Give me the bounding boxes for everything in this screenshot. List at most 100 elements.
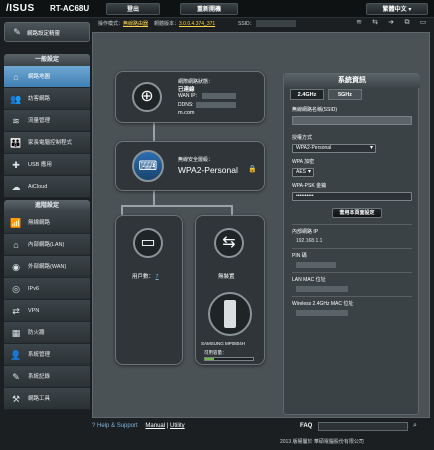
tab-2-4ghz[interactable]: 2.4GHz [290,89,324,100]
sidebar-item-label: VPN [28,308,40,314]
sidebar-item-label: 外部網路(WAN) [28,264,67,270]
ddns-label: DDNS: [178,102,194,108]
sidebar-item-label: IPv6 [28,286,40,292]
psk-label: WPA-PSK 金鑰 [292,183,327,189]
ssid-input[interactable] [292,116,412,125]
sidebar-item-label: 無線網路 [28,220,51,226]
op-mode: 操作模式：無線路由器 [98,20,148,27]
sidebar-item-advanced-3[interactable]: ◎ IPv6 [4,278,90,300]
help-label[interactable]: Help & Support [97,423,138,429]
sidebar-item-general-4[interactable]: ✚ USB 應用 [4,154,90,176]
chevron-down-icon: ▾ [408,7,412,13]
wifi-status-icon[interactable]: ≋ [354,19,364,27]
usb-card[interactable]: ⇆ 無裝置 SAMSUNG MP0804H 可用容量： [195,215,265,365]
asus-logo: /ISUS [6,3,35,14]
quick-setup-button[interactable]: ✎ 網路設定精靈 [4,22,90,42]
network-status-icon[interactable]: ⧉ [402,19,412,27]
sidebar-item-general-5[interactable]: ☁ AiCloud [4,176,90,198]
reboot-button[interactable]: 重新開機 [180,3,238,15]
admin-icon: 👤 [10,350,22,360]
sidebar: ✎ 網路設定精靈 一般設定 ⌂ 網路地圖 👥 訪客網路 ≋ 流量管理 👪 家長電腦控制程式 ✚ U… [4,22,90,420]
clients-count: 用戶數： 7 [132,272,159,280]
globe-icon: ⊕ [132,82,162,112]
arrow-status-icon[interactable]: ➜ [386,19,396,27]
sidebar-item-general-3[interactable]: 👪 家長電腦控制程式 [4,132,90,154]
firmware-label: 韌體版本： [154,21,180,27]
usb-status-icon[interactable]: ⇆ [370,19,380,27]
monitor-icon: ▭ [133,228,163,258]
vpn-icon: ⇄ [12,306,20,316]
system-info-panel: 系統資訊 2.4GHz 5GHz 無線網路名稱(SSID) 授權方式 WPA2-… [283,73,420,415]
logout-button[interactable]: 登出 [106,3,160,15]
sidebar-item-advanced-8[interactable]: ⚒ 網路工具 [4,388,90,410]
auth-select[interactable]: WPA2-Personal [292,144,376,153]
wan-ip-label: WAN IP: [178,93,197,99]
faq-label: FAQ [300,423,313,429]
sidebar-item-label: USB 應用 [28,162,52,168]
op-mode-value[interactable]: 無線路由器 [123,21,148,27]
ssid-label: 無線網路名稱(SSID) [292,107,338,113]
sidebar-item-advanced-4[interactable]: ⇄ VPN [4,300,90,322]
router-card[interactable]: ⌨ 無線安全層級： WPA2-Personal 🔒 [115,141,265,191]
sidebar-item-label: AiCloud [28,184,48,190]
manual-link[interactable]: Manual [145,423,165,429]
clients-label: 用戶數： [132,274,155,280]
search-icon[interactable]: ⌕ [410,422,420,431]
ddns-value: m.com [178,110,195,116]
lan-mac-blur [296,286,348,292]
syslog-icon: ✎ [12,372,20,382]
clients-value[interactable]: 7 [156,274,159,280]
psk-input[interactable]: •••••••••• [292,192,412,201]
internet-status-value: 已連線 [178,87,195,93]
help-support: ? Help & Support Manual | Utility [92,423,185,429]
auth-label: 授權方式 [292,135,313,141]
sidebar-item-advanced-6[interactable]: 👤 系統管理 [4,344,90,366]
firewall-icon: ▦ [11,328,21,338]
lan-mac-label: LAN MAC 位址 [292,277,326,283]
sidebar-item-advanced-0[interactable]: 📶 無線網路 [4,212,90,234]
tab-5ghz[interactable]: 5GHz [328,89,362,100]
sidebar-item-advanced-7[interactable]: ✎ 系統記錄 [4,366,90,388]
sidebar-item-general-2[interactable]: ≋ 流量管理 [4,110,90,132]
top-bar: /ISUS RT-AC68U 登出 重新開機 繁體中文 ▾ [0,0,434,18]
parental-icon: 👪 [10,138,22,148]
apply-button[interactable]: 套用本頁面設定 [332,208,382,218]
model-name: RT-AC68U [50,4,90,13]
usb-drive-icon [224,300,236,328]
op-mode-label: 操作模式： [98,21,124,27]
wan-icon: ◉ [12,262,20,272]
usb-space-fill [205,358,214,360]
sidebar-item-advanced-5[interactable]: ▦ 防火牆 [4,322,90,344]
pin-label: PIN 碼 [292,253,307,259]
language-label: 繁體中文 [382,7,407,13]
sidebar-item-label: 系統管理 [28,352,51,358]
firmware-value[interactable]: 3.0.0.4.374_371 [179,21,215,27]
sidebar-item-label: 網路工具 [28,396,51,402]
faq-search-input[interactable] [318,422,408,431]
connector-line [121,205,123,215]
wpa-enc-select[interactable]: AES [292,168,314,177]
network-map-panel: ⊕ 網際網路狀態： 已連線 WAN IP: DDNS: m.com ⌨ 無線安全… [92,32,430,418]
tools-icon: ⚒ [11,394,21,404]
clients-card[interactable]: ▭ 用戶數： 7 [115,215,183,365]
usb-drive-status-icon[interactable]: ▭ [418,19,428,27]
sidebar-item-label: 防火牆 [28,330,45,336]
internet-card[interactable]: ⊕ 網際網路狀態： 已連線 WAN IP: DDNS: m.com [115,71,265,123]
usb-space-label: 可用容量： [204,350,227,355]
general-header: 一般設定 [4,54,90,66]
sidebar-item-advanced-2[interactable]: ◉ 外部網路(WAN) [4,256,90,278]
sidebar-item-label: 網路地圖 [28,74,51,80]
sidebar-item-general-1[interactable]: 👥 訪客網路 [4,88,90,110]
utility-link[interactable]: Utility [170,423,185,429]
ssid-blur [256,20,296,27]
sidebar-item-advanced-1[interactable]: ⌂ 內部網路(LAN) [4,234,90,256]
sidebar-item-general-0[interactable]: ⌂ 網路地圖 [4,66,90,88]
usb-icon: ⇆ [214,228,244,258]
advanced-header: 進階設定 [4,200,90,212]
security-label: 無線安全層級： [178,157,214,163]
ddns-blur [196,102,236,108]
lan-ip-value: 192.168.1.1 [296,238,323,244]
usb-app-icon: ✚ [12,160,20,170]
language-select[interactable]: 繁體中文 ▾ [366,3,428,15]
wireless-icon: 📶 [10,218,22,228]
